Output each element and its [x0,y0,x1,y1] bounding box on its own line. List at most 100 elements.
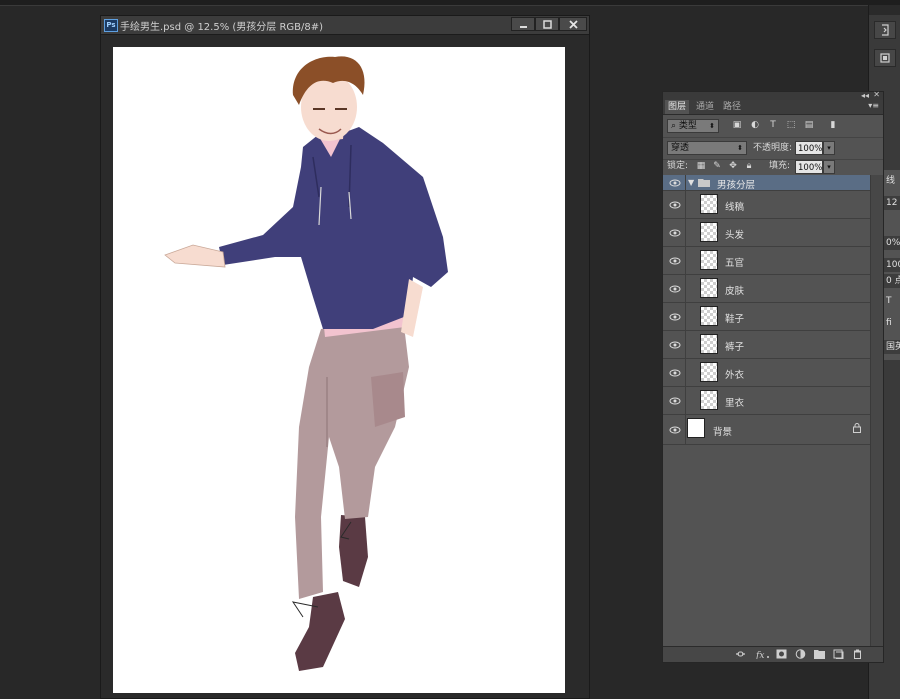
visibility-cell[interactable] [663,303,686,330]
adjustment-layer-icon[interactable] [795,649,806,659]
layers-panel-header: ◂◂ ✕ [663,90,883,100]
ligature-icon[interactable]: fi [884,316,900,330]
panel-menu-icon[interactable]: ▾≡ [868,101,879,110]
tab-layers[interactable]: 图层 [665,100,690,114]
eye-icon [669,229,681,237]
close-panel-icon[interactable]: ✕ [873,90,880,99]
char-field[interactable]: 0% [884,236,900,250]
eye-icon [669,341,681,349]
layer-list: ▼ 男孩分层 线稿 头发 五官 皮肤 鞋子 裤子 外衣 里衣 背景 [663,175,871,649]
smart-object-filter-icon[interactable]: ▤ [803,119,815,131]
opacity-slider-button[interactable]: ▾ [823,141,835,155]
blend-mode-dropdown[interactable]: 穿透 ⬍ [667,141,747,155]
maximize-button[interactable] [535,17,559,31]
new-group-icon[interactable] [814,649,825,659]
layer-name: 线稿 [725,202,745,213]
document-area [101,35,589,698]
layer-name: 裤子 [725,342,745,353]
opacity-label: 不透明度: [753,143,793,153]
pixel-filter-icon[interactable]: ▣ [731,119,743,131]
layer-thumbnail [700,194,718,214]
collapse-panel-icon[interactable]: ◂◂ [861,91,869,100]
minimize-icon [520,26,527,28]
lock-all-icon[interactable]: 🔒︎ [743,160,755,172]
canvas[interactable] [113,47,565,693]
filter-kind-dropdown[interactable]: ⌕ 类型 ⬍ [667,119,719,133]
visibility-cell[interactable] [663,247,686,274]
fill-slider-button[interactable]: ▾ [823,160,835,174]
close-button[interactable] [559,17,587,31]
lock-transparency-icon[interactable]: ▦ [695,160,707,172]
minimize-button[interactable] [511,17,535,31]
layer-row[interactable]: 裤子 [663,331,871,359]
close-icon [569,20,578,29]
background-layer-row[interactable]: 背景 [663,415,871,445]
type-filter-icon[interactable]: T [767,119,779,131]
visibility-cell[interactable] [663,191,686,218]
layer-name: 背景 [713,427,733,438]
tab-channels[interactable]: 通道 [693,100,717,114]
layer-thumbnail [700,334,718,354]
char-field[interactable]: 0 点 [884,274,900,288]
char-font-size-field[interactable]: 12 p [884,196,900,210]
visibility-cell[interactable] [663,415,686,444]
folder-icon [698,179,710,187]
eye-icon [669,313,681,321]
visibility-cell[interactable] [663,175,686,190]
opacity-input[interactable]: 100% [795,141,823,155]
fill-input[interactable]: 100% [795,160,823,174]
layer-row[interactable]: 头发 [663,219,871,247]
chevron-down-icon: ⬍ [737,144,743,152]
filter-toggle-icon[interactable]: ▮ [827,119,839,131]
visibility-cell[interactable] [663,219,686,246]
delete-layer-icon[interactable] [852,649,863,659]
lock-position-icon[interactable]: ✥ [727,160,739,172]
language-field[interactable]: 国英 [884,340,900,354]
eye-icon [669,397,681,405]
layer-group-row[interactable]: ▼ 男孩分层 [663,175,871,191]
eye-icon [669,201,681,209]
character-panel-partial: 线 12 p 0% 100 0 点 T fi 国英 [882,170,900,360]
faux-bold-icon[interactable]: T [884,294,900,308]
layer-row[interactable]: 五官 [663,247,871,275]
tab-paths[interactable]: 路径 [720,100,744,114]
fill-label: 填充: [769,161,791,171]
filter-kind-value: 类型 [678,121,697,131]
layer-style-icon[interactable]: fx [756,649,770,659]
eye-icon [669,257,681,265]
layer-row[interactable]: 外衣 [663,359,871,387]
char-field[interactable]: 100 [884,258,900,272]
expand-triangle-icon[interactable]: ▼ [688,178,694,187]
layer-row[interactable]: 皮肤 [663,275,871,303]
visibility-cell[interactable] [663,387,686,414]
chevron-down-icon: ⬍ [709,122,715,130]
properties-tool-button[interactable] [874,49,896,67]
history-tool-button[interactable] [874,21,896,39]
visibility-cell[interactable] [663,359,686,386]
adjustment-filter-icon[interactable]: ◐ [749,119,761,131]
shape-filter-icon[interactable]: ⬚ [785,119,797,131]
visibility-cell[interactable] [663,275,686,302]
search-icon: ⌕ [671,121,677,131]
layer-name: 头发 [725,230,745,241]
layer-name: 五官 [725,258,745,269]
link-layers-icon[interactable] [735,649,746,659]
layer-row[interactable]: 鞋子 [663,303,871,331]
document-titlebar[interactable]: Ps 手绘男生.psd @ 12.5% (男孩分层 RGB/8#) [101,16,589,35]
layer-thumbnail [700,222,718,242]
new-layer-icon[interactable] [833,649,844,659]
history-icon [882,24,889,36]
eye-icon [669,285,681,293]
layer-row[interactable]: 线稿 [663,191,871,219]
visibility-cell[interactable] [663,331,686,358]
document-title: 手绘男生.psd @ 12.5% (男孩分层 RGB/8#) [120,22,324,33]
char-panel-item: 线 [884,174,900,188]
add-mask-icon[interactable] [776,649,787,659]
eye-icon [669,426,681,434]
layer-name: 鞋子 [725,314,745,325]
layer-list-scrollbar[interactable] [870,175,883,649]
lock-pixels-icon[interactable]: ✎ [711,160,723,172]
layer-row[interactable]: 里衣 [663,387,871,415]
lock-icon [853,423,861,433]
layers-panel: ◂◂ ✕ 图层 通道 路径 ▾≡ ⌕ 类型 ⬍ ▣ ◐ T ⬚ ▤ ▮ 穿透 ⬍… [662,90,884,663]
